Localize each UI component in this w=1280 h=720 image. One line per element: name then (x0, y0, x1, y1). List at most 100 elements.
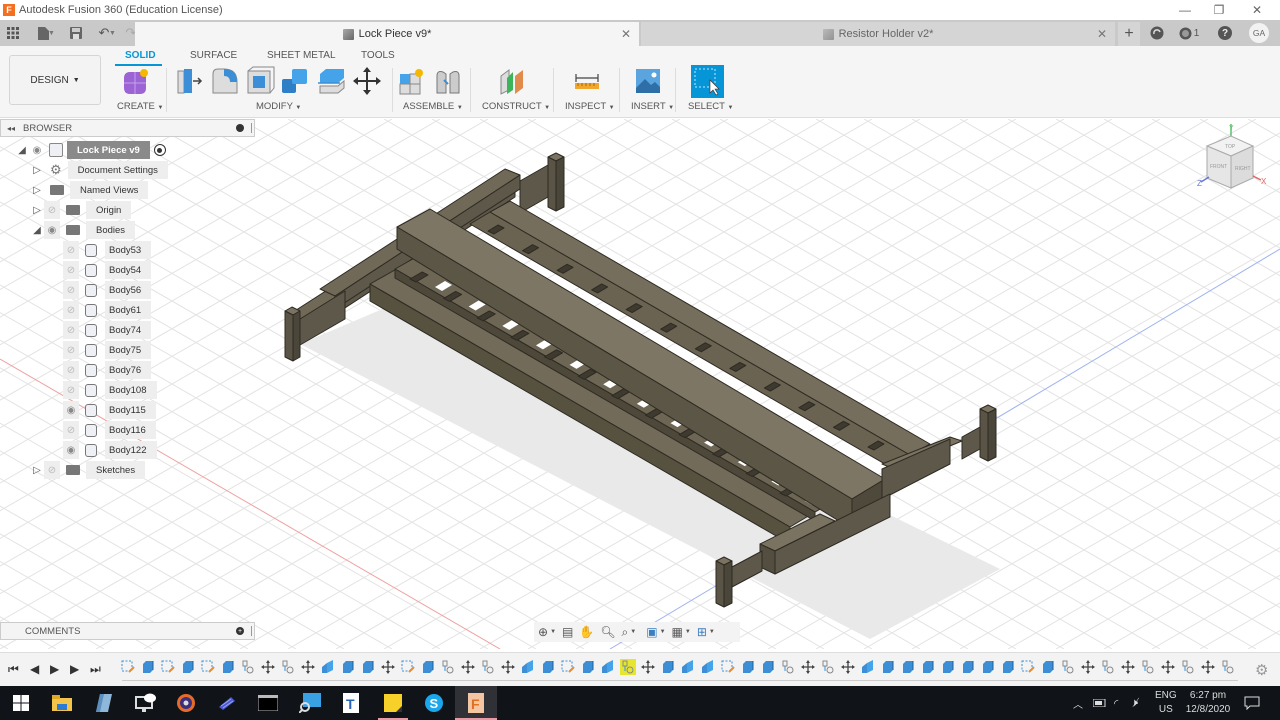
timeline-move-feature[interactable] (1080, 659, 1096, 675)
timeline-extrude-feature[interactable] (1040, 659, 1056, 675)
combine-button[interactable] (280, 66, 310, 96)
search-screen-icon[interactable] (289, 686, 331, 720)
go-to-end-icon[interactable]: ⏭ (90, 662, 101, 677)
replace-face-button[interactable] (316, 66, 346, 96)
insert-canvas-button[interactable] (633, 66, 663, 96)
timeline-extrude-feature[interactable] (660, 659, 676, 675)
hidden-eye-icon[interactable]: ⊘ (63, 261, 79, 279)
media-player-icon[interactable] (165, 686, 207, 720)
tree-item-body[interactable]: ⊘ Body116 (63, 421, 156, 439)
timeline-move-feature[interactable] (460, 659, 476, 675)
offset-plane-button[interactable] (497, 66, 527, 96)
hidden-eye-icon[interactable]: ⊘ (63, 361, 79, 379)
collapse-panel-icon[interactable]: ◂◂ (7, 124, 15, 133)
new-tab-button[interactable]: + (1118, 22, 1140, 46)
timeline-sketch-feature[interactable] (1020, 659, 1036, 675)
tree-item-body[interactable]: ⊘ Body53 (63, 241, 152, 259)
timeline-move-feature[interactable] (640, 659, 656, 675)
tree-item-body[interactable]: ◉ Body122 (63, 441, 157, 459)
visibility-eye-icon[interactable]: ◉ (29, 141, 45, 159)
step-forward-icon[interactable]: ▶ (70, 662, 79, 676)
orbit-dropdown[interactable]: ▼ (550, 629, 556, 635)
hidden-eye-icon[interactable]: ⊘ (63, 421, 79, 439)
grid-icon[interactable]: ▦ (672, 625, 683, 639)
create-form-button[interactable] (120, 66, 150, 96)
hidden-eye-icon[interactable]: ⊘ (44, 201, 60, 219)
timeline-move-feature[interactable] (260, 659, 276, 675)
timeline-combine-feature[interactable] (680, 659, 696, 675)
hidden-eye-icon[interactable]: ⊘ (63, 281, 79, 299)
language-indicator[interactable]: ENG US (1155, 686, 1177, 720)
timeline-joint-feature[interactable] (480, 659, 496, 675)
look-at-icon[interactable]: ▤ (562, 625, 573, 639)
collapsed-triangle-icon[interactable]: ▷ (30, 465, 44, 476)
timeline-move-feature[interactable] (500, 659, 516, 675)
timeline-extrude-feature[interactable] (980, 659, 996, 675)
comments-panel-header[interactable]: COMMENTS + (0, 622, 255, 640)
timeline-joint-feature[interactable] (820, 659, 836, 675)
modify-menu[interactable]: MODIFY ▼ (256, 101, 301, 112)
tab-surface[interactable]: SURFACE (190, 50, 237, 61)
display-settings-icon[interactable]: ▣ (646, 625, 657, 639)
tree-item-bodies[interactable]: ◢ ◉ Bodies (30, 221, 136, 239)
timeline-joint-feature[interactable] (280, 659, 296, 675)
hidden-eye-icon[interactable]: ⊘ (63, 381, 79, 399)
file-dropdown-icon[interactable]: ▼ (48, 30, 55, 37)
gear-icon[interactable]: ⚙ (1255, 661, 1268, 679)
notepad-icon[interactable] (83, 686, 125, 720)
undo-dropdown-icon[interactable]: ▼ (109, 30, 116, 37)
timeline-extrude-feature[interactable] (420, 659, 436, 675)
fit-icon[interactable]: ⌕ (622, 625, 629, 640)
windows-start-icon[interactable] (0, 686, 42, 720)
tree-item-body[interactable]: ⊘ Body54 (63, 261, 152, 279)
show-hidden-icons[interactable]: ︿ (1073, 686, 1083, 720)
typora-icon[interactable]: T (330, 686, 372, 720)
tab-tools[interactable]: TOOLS (361, 50, 395, 61)
tree-item-body[interactable]: ⊘ Body61 (63, 301, 152, 319)
collapsed-triangle-icon[interactable]: ▷ (30, 205, 44, 216)
collapsed-triangle-icon[interactable]: ▷ (30, 185, 44, 196)
play-icon[interactable]: ▶ (50, 662, 59, 676)
timeline-extrude-feature[interactable] (140, 659, 156, 675)
sticky-notes-icon[interactable] (372, 686, 414, 720)
timeline-extrude-feature[interactable] (940, 659, 956, 675)
timeline-combine-feature[interactable] (320, 659, 336, 675)
fusion-360-icon[interactable]: F (455, 686, 497, 720)
timeline-track[interactable] (122, 680, 1238, 681)
timeline-extrude-feature[interactable] (760, 659, 776, 675)
minimize-button[interactable]: — (1168, 0, 1202, 20)
3d-viewport[interactable] (0, 119, 1280, 649)
fit-dropdown[interactable]: ▼ (630, 629, 636, 635)
fillet-button[interactable] (210, 66, 240, 96)
app-icon[interactable] (206, 686, 248, 720)
minimize-panel-icon[interactable] (236, 124, 244, 132)
visibility-eye-icon[interactable]: ◉ (63, 401, 79, 419)
hidden-eye-icon[interactable]: ⊘ (63, 321, 79, 339)
tab-lock-piece[interactable]: Lock Piece v9* ✕ (135, 22, 639, 46)
step-back-icon[interactable]: ◀ (30, 662, 39, 676)
timeline-move-feature[interactable] (800, 659, 816, 675)
timeline-extrude-feature[interactable] (880, 659, 896, 675)
assemble-menu[interactable]: ASSEMBLE ▼ (403, 101, 463, 112)
save-icon[interactable] (65, 22, 87, 44)
timeline-combine-feature[interactable] (520, 659, 536, 675)
wifi-icon[interactable]: ◜ (1114, 686, 1118, 720)
tab-resistor-holder[interactable]: Resistor Holder v2* ✕ (641, 22, 1115, 46)
new-component-button[interactable] (397, 66, 427, 96)
tree-root[interactable]: ◢ ◉ Lock Piece v9 (15, 141, 166, 159)
zoom-icon[interactable]: 🔍︎ (600, 625, 615, 639)
action-center-icon[interactable] (1244, 686, 1260, 720)
pan-icon[interactable]: ✋ (579, 625, 594, 639)
viewcube[interactable]: Y TOP FRONT RIGHT Z X (1195, 120, 1275, 200)
hidden-eye-icon[interactable]: ⊘ (63, 301, 79, 319)
timeline-extrude-feature[interactable] (220, 659, 236, 675)
tree-item-origin[interactable]: ▷ ⊘ Origin (30, 201, 132, 219)
timeline-extrude-feature[interactable] (900, 659, 916, 675)
shell-button[interactable] (245, 66, 275, 96)
timeline-extrude-feature[interactable] (180, 659, 196, 675)
tree-item-body[interactable]: ⊘ Body75 (63, 341, 152, 359)
close-tab-icon[interactable]: ✕ (1097, 27, 1107, 41)
timeline-extrude-feature[interactable] (920, 659, 936, 675)
notifications-button[interactable]: 1 (1174, 20, 1204, 46)
move-copy-button[interactable] (352, 66, 382, 96)
